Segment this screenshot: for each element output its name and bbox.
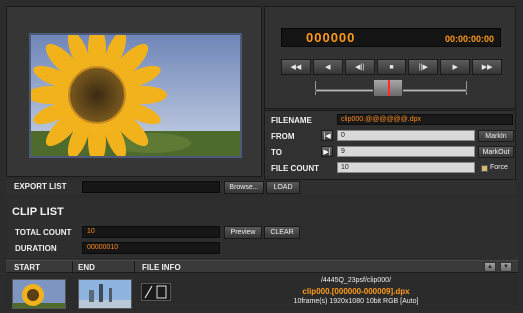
file-count-field[interactable]: 10 bbox=[337, 162, 475, 173]
slider-end-tick bbox=[466, 81, 467, 95]
step-back-button[interactable]: ◀|| bbox=[344, 59, 375, 75]
preview-panel bbox=[6, 6, 262, 177]
start-thumbnail bbox=[12, 279, 66, 309]
fast-rewind-button[interactable]: ◀◀ bbox=[281, 59, 311, 75]
export-list-label: EXPORT LIST bbox=[14, 182, 67, 191]
transport-panel: 000000 00:00:00:00 ◀◀ ◀ ◀|| ■ ||▶ ▶ ▶▶ bbox=[264, 6, 516, 109]
clip-filename: clip000.[000000-000009].dpx bbox=[302, 287, 410, 296]
total-count-label: TOTAL COUNT bbox=[15, 228, 72, 237]
clip-path: /4445Q_23psf/clip000/ bbox=[320, 277, 392, 284]
clip-metadata: 10frame(s) 1920x1080 10bit RGB [Auto] bbox=[293, 298, 419, 305]
duration-label: DURATION bbox=[15, 244, 57, 253]
scroll-up-icon[interactable]: ▲ bbox=[484, 262, 496, 272]
duration-field: 00000010 bbox=[82, 242, 220, 254]
slider-position-marker bbox=[388, 80, 390, 96]
browse-button[interactable]: Browse... bbox=[224, 181, 264, 194]
clip-list-title: CLIP LIST bbox=[12, 206, 64, 218]
clear-button[interactable]: CLEAR bbox=[264, 226, 300, 239]
play-reverse-button[interactable]: ◀ bbox=[312, 59, 343, 75]
export-list-row: EXPORT LIST Browse... LOAD bbox=[6, 180, 516, 194]
step-forward-button[interactable]: ||▶ bbox=[408, 59, 439, 75]
video-preview bbox=[29, 33, 242, 158]
to-field[interactable]: 9 bbox=[337, 146, 475, 157]
play-button[interactable]: ▶ bbox=[440, 59, 471, 75]
fast-forward-button[interactable]: ▶▶ bbox=[472, 59, 503, 75]
end-thumbnail bbox=[78, 279, 132, 309]
clip-selection-icon[interactable] bbox=[141, 283, 171, 301]
from-field[interactable]: 0 bbox=[337, 130, 475, 141]
column-start[interactable]: START bbox=[14, 263, 40, 272]
total-count-field: 10 bbox=[82, 226, 220, 238]
slider-start-tick bbox=[315, 81, 316, 95]
preview-button[interactable]: Preview bbox=[224, 226, 262, 239]
force-checkbox[interactable] bbox=[481, 165, 488, 172]
file-count-label: FILE COUNT bbox=[271, 164, 319, 173]
counter-display: 000000 00:00:00:00 bbox=[281, 28, 501, 47]
column-end[interactable]: END bbox=[78, 263, 95, 272]
transport-buttons: ◀◀ ◀ ◀|| ■ ||▶ ▶ ▶▶ bbox=[281, 59, 503, 75]
force-label: Force bbox=[490, 164, 508, 171]
clip-player-window: 000000 00:00:00:00 ◀◀ ◀ ◀|| ■ ||▶ ▶ ▶▶ F… bbox=[0, 0, 523, 313]
export-list-input[interactable] bbox=[82, 181, 220, 193]
jump-to-start-icon[interactable]: |◀ bbox=[321, 130, 333, 141]
table-row[interactable]: /4445Q_23psf/clip000/ clip000.[000000-00… bbox=[6, 274, 518, 311]
frame-counter: 000000 bbox=[306, 30, 356, 45]
from-label: FROM bbox=[271, 132, 295, 141]
mark-out-button[interactable]: MarkOut bbox=[478, 146, 514, 158]
jog-slider-handle[interactable] bbox=[373, 79, 403, 97]
file-fields-panel: FILENAME clip000.@@@@@@.dpx FROM |◀ 0 Ma… bbox=[264, 110, 516, 180]
clip-list-section: CLIP LIST TOTAL COUNT 10 Preview CLEAR D… bbox=[6, 198, 518, 313]
timecode-display: 00:00:00:00 bbox=[444, 34, 494, 44]
column-divider bbox=[134, 261, 135, 274]
to-label: TO bbox=[271, 148, 282, 157]
mark-in-button[interactable]: MarkIn bbox=[478, 130, 514, 142]
column-divider bbox=[72, 261, 73, 274]
column-file-info[interactable]: FILE INFO bbox=[142, 263, 181, 272]
filename-label: FILENAME bbox=[271, 116, 312, 125]
scroll-down-icon[interactable]: ▼ bbox=[500, 262, 512, 272]
jump-to-end-icon[interactable]: ▶| bbox=[321, 146, 333, 157]
load-button[interactable]: LOAD bbox=[266, 181, 300, 194]
stop-button[interactable]: ■ bbox=[376, 59, 407, 75]
clip-list-header: START END FILE INFO ▲ ▼ bbox=[6, 260, 518, 274]
filename-field[interactable]: clip000.@@@@@@.dpx bbox=[337, 114, 513, 125]
